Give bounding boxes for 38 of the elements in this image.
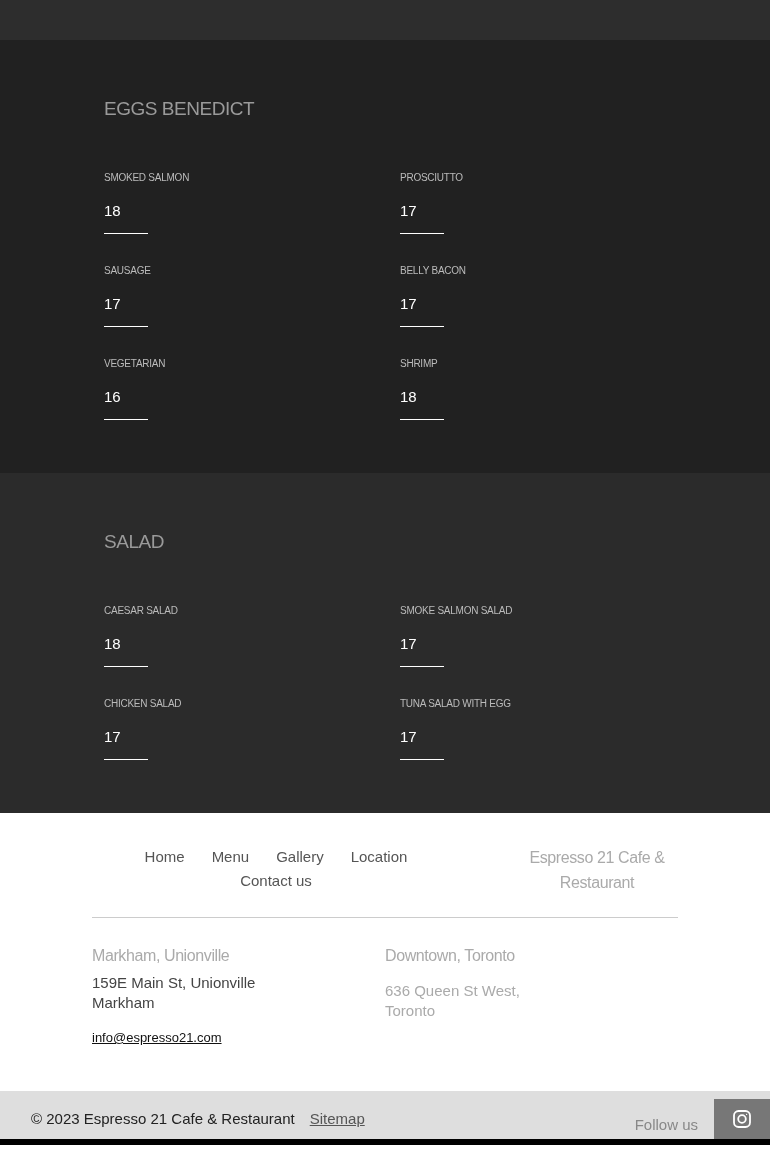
instagram-button[interactable]	[714, 1099, 770, 1139]
email-link[interactable]: info@espresso21.com	[92, 1029, 222, 1047]
location-address: 159E Main St, Unionville Markham	[92, 973, 257, 1013]
dish-name: SMOKED SALMON	[104, 171, 190, 185]
dish-name: BELLY BACON	[400, 264, 466, 278]
nav-link[interactable]: Contact us	[240, 869, 312, 893]
footer-brand-name: Espresso 21 Cafe & Restaurant	[528, 848, 666, 893]
nav-link[interactable]: Location	[350, 845, 408, 869]
dish-name: VEGETARIAN	[104, 357, 166, 371]
instagram-icon	[733, 1110, 751, 1128]
location-address: 636 Queen St West, Toronto	[385, 981, 521, 1021]
dish-price: 17	[400, 294, 417, 314]
nav-link[interactable]: Gallery	[276, 845, 324, 869]
follow-us-label: Follow us	[634, 1115, 698, 1135]
dish-price: 18	[104, 201, 121, 221]
dish-name: SHRIMP	[400, 357, 438, 371]
dish-price: 17	[400, 634, 417, 654]
dish-price: 18	[104, 634, 121, 654]
dish-name: CHICKEN SALAD	[104, 697, 182, 711]
menu-section-title: SALAD	[104, 530, 164, 554]
dish-price: 17	[104, 294, 121, 314]
dish-price: 17	[400, 727, 417, 747]
dish-name: SMOKE SALMON SALAD	[400, 604, 513, 618]
dish-price: 16	[104, 387, 121, 407]
nav-link[interactable]: Home	[144, 845, 185, 869]
dish-price: 18	[400, 387, 417, 407]
nav-link[interactable]: Menu	[211, 845, 250, 869]
dish-price: 17	[104, 727, 121, 747]
dish-price: 17	[400, 201, 417, 221]
dish-name: CAESAR SALAD	[104, 604, 178, 618]
location-title: Downtown, Toronto	[385, 946, 515, 966]
sitemap-link[interactable]: Sitemap	[309, 1109, 365, 1129]
dish-name: PROSCIUTTO	[400, 171, 463, 185]
location-title: Markham, Unionville	[92, 946, 230, 966]
dish-name: SAUSAGE	[104, 264, 151, 278]
menu-section-title: EGGS BENEDICT	[104, 97, 255, 121]
copyright-text: © 2023 Espresso 21 Cafe & Restaurant	[31, 1109, 295, 1129]
dish-name: TUNA SALAD WITH EGG	[400, 697, 511, 711]
